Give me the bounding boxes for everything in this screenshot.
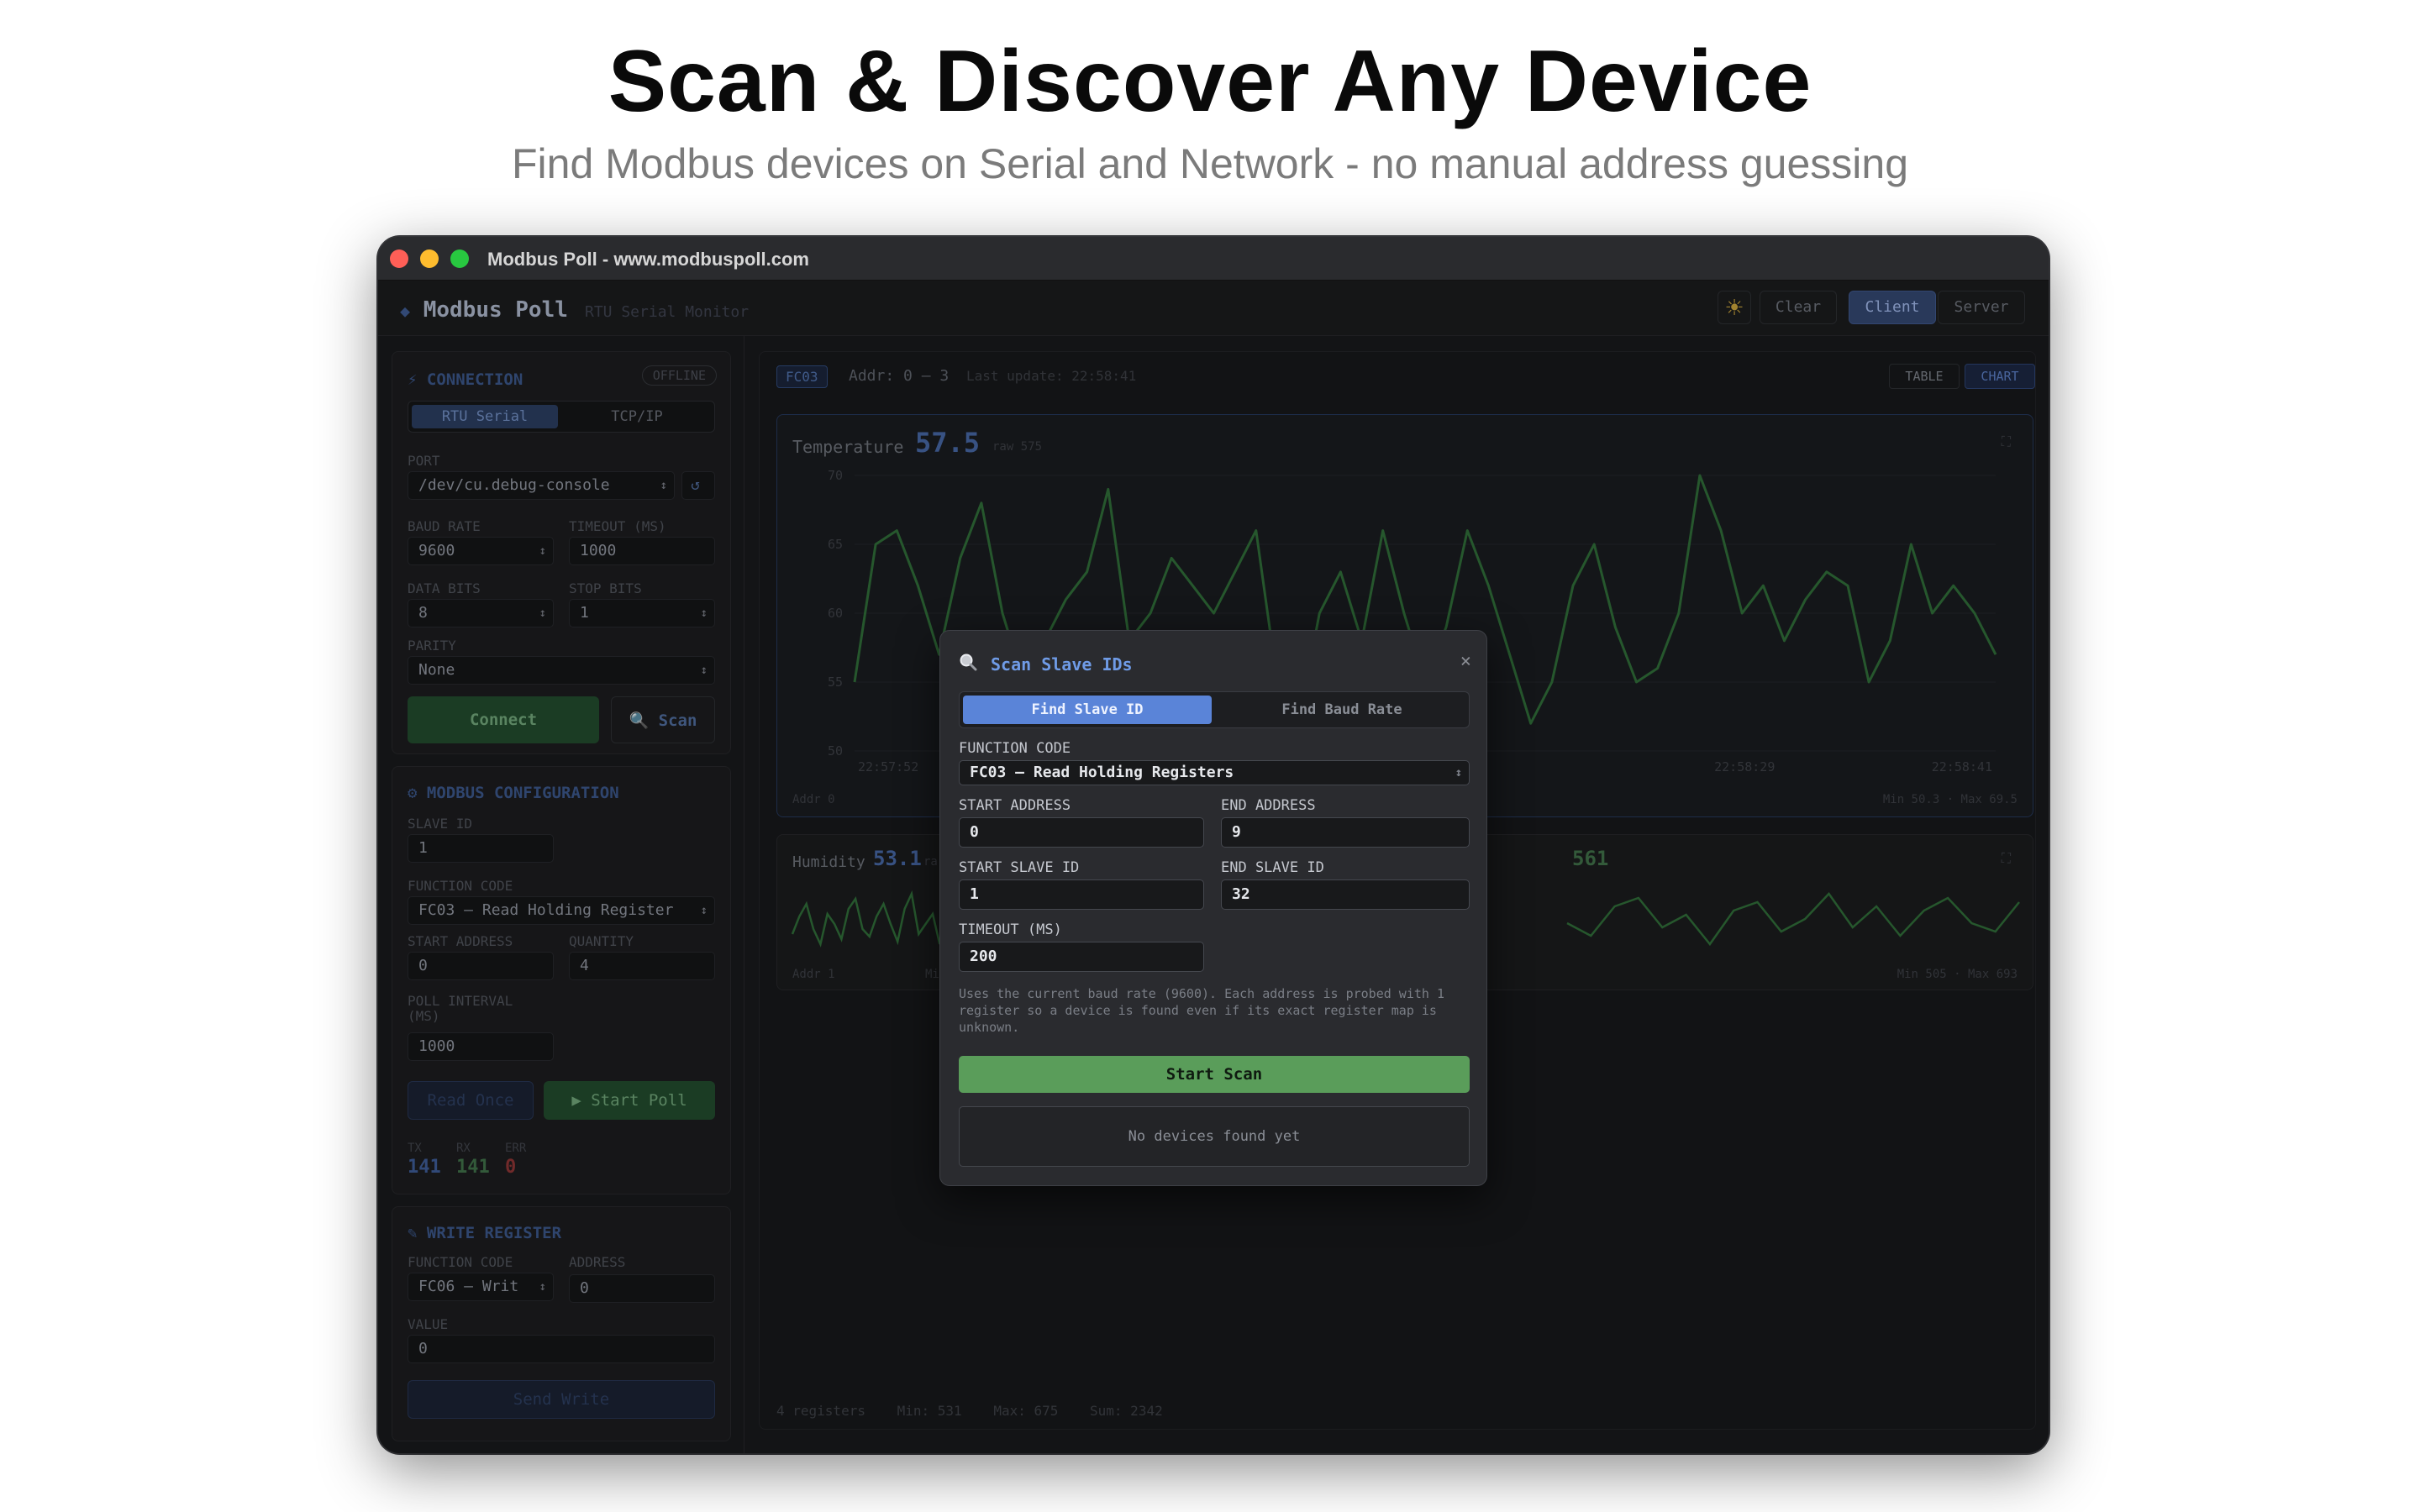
tab-find-slave-id[interactable]: Find Slave ID: [963, 696, 1212, 724]
scan-help-text: Uses the current baud rate (9600). Each …: [959, 986, 1444, 1035]
close-window-button[interactable]: [390, 249, 408, 268]
start-scan-button[interactable]: Start Scan: [959, 1056, 1470, 1093]
hero-title: Scan & Discover Any Device: [608, 33, 1812, 130]
tab-find-baud-rate[interactable]: Find Baud Rate: [1217, 696, 1467, 724]
scan-start-slave-input[interactable]: 1: [959, 879, 1204, 910]
scan-start-slave-label: START SLAVE ID: [959, 859, 1080, 876]
window-titlebar: Modbus Poll - www.modbuspoll.com: [378, 237, 2049, 281]
scan-end-address-label: END ADDRESS: [1221, 797, 1316, 814]
window-title: Modbus Poll - www.modbuspoll.com: [487, 249, 809, 270]
minimize-window-button[interactable]: [420, 249, 439, 268]
hero-subtitle: Find Modbus devices on Serial and Networ…: [511, 140, 1908, 187]
app-window: Modbus Poll - www.modbuspoll.com ◆ Modbu…: [378, 237, 2049, 1453]
scan-start-address-input[interactable]: 0: [959, 817, 1204, 848]
scan-start-address-label: START ADDRESS: [959, 797, 1071, 814]
scan-end-slave-input[interactable]: 32: [1221, 879, 1470, 910]
scan-modal: Scan Slave IDs × Find Slave ID Find Baud…: [939, 630, 1487, 1186]
scan-end-address-input[interactable]: 9: [1221, 817, 1470, 848]
app-body: ◆ Modbus Poll RTU Serial Monitor ☀ Clear…: [378, 281, 2049, 1453]
close-icon[interactable]: ×: [1460, 651, 1471, 672]
zoom-window-button[interactable]: [450, 249, 469, 268]
scan-fc-label: FUNCTION CODE: [959, 740, 1071, 757]
scan-timeout-label: TIMEOUT (MS): [959, 921, 1062, 938]
scan-results-empty: No devices found yet: [959, 1106, 1470, 1167]
scan-timeout-input[interactable]: 200: [959, 942, 1204, 972]
scan-end-slave-label: END SLAVE ID: [1221, 859, 1324, 876]
scan-function-code-select[interactable]: FC03 — Read Holding Registers: [959, 760, 1470, 785]
scan-modal-title: Scan Slave IDs: [991, 654, 1133, 675]
search-icon: [960, 654, 977, 671]
scan-mode-tabs: Find Slave ID Find Baud Rate: [959, 691, 1470, 728]
